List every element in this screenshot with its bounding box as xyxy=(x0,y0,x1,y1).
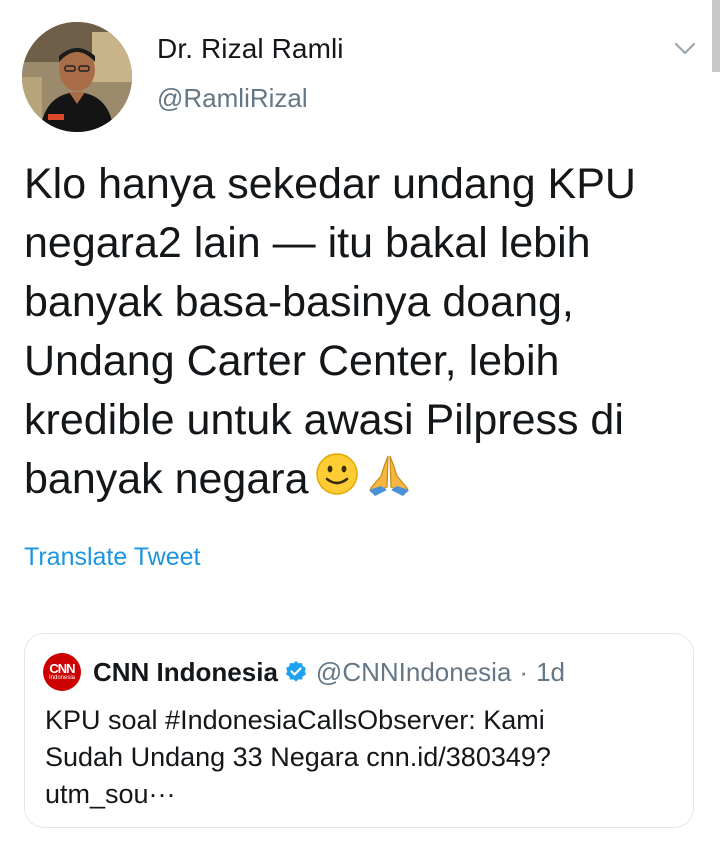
author-handle[interactable]: @RamliRizal xyxy=(157,83,308,114)
tweet-card: Dr. Rizal Ramli @RamliRizal Klo hanya se… xyxy=(0,0,720,842)
cnn-logo-subtext: Indonesia xyxy=(48,675,76,681)
quoted-author-name[interactable]: CNN Indonesia xyxy=(93,657,278,688)
verified-badge-icon xyxy=(284,660,308,684)
folded-hands-icon xyxy=(365,452,413,512)
quoted-tweet-header: CNN Indonesia CNN Indonesia @CNNIndonesi… xyxy=(43,652,565,692)
avatar[interactable] xyxy=(22,22,132,132)
cnn-logo-mark: CNN xyxy=(49,661,75,676)
quoted-timestamp[interactable]: 1d xyxy=(536,657,565,688)
scrollbar[interactable] xyxy=(712,0,720,72)
separator-dot: · xyxy=(519,656,529,687)
author-name[interactable]: Dr. Rizal Ramli xyxy=(157,33,344,65)
quoted-tweet-text: KPU soal #IndonesiaCallsObserver: Kami S… xyxy=(45,705,551,809)
chevron-down-icon[interactable] xyxy=(670,36,700,62)
quoted-author-handle[interactable]: @CNNIndonesia xyxy=(316,657,511,688)
tweet-text: Klo hanya sekedar undang KPU negara2 lai… xyxy=(24,155,696,512)
translate-tweet-link[interactable]: Translate Tweet xyxy=(24,543,200,572)
slightly-smiling-face-icon xyxy=(315,452,359,512)
quoted-tweet[interactable]: CNN Indonesia CNN Indonesia @CNNIndonesi… xyxy=(24,633,694,828)
cnn-indonesia-avatar[interactable]: CNN Indonesia xyxy=(43,653,81,691)
